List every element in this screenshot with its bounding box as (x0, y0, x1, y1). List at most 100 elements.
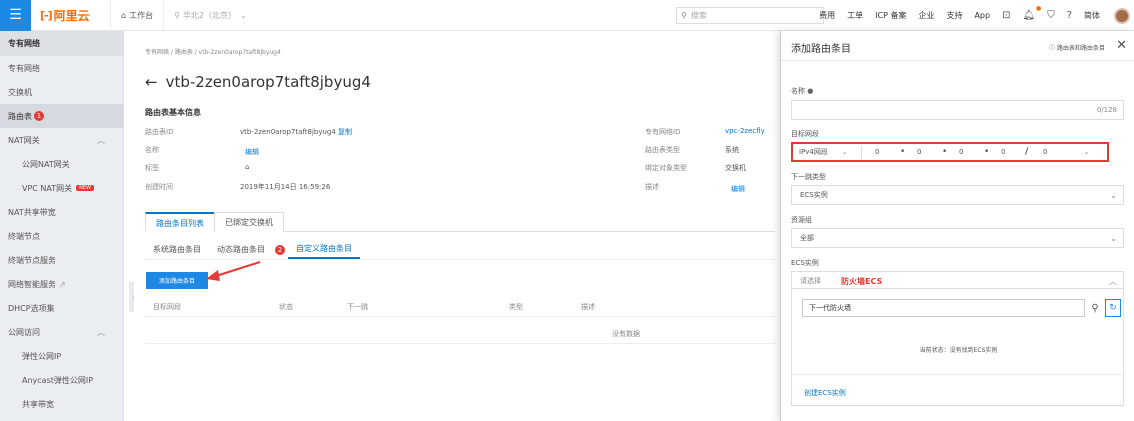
search-icon[interactable]: ⚲ (1088, 299, 1102, 317)
next-hop-select[interactable]: ECS实例 ⌄ (791, 185, 1124, 205)
ip-type-value: IPv4网段 (799, 148, 828, 156)
mask-select[interactable]: 0 ⌄ (1043, 145, 1089, 159)
ip-type-select[interactable]: IPv4网段 ⌄ (799, 145, 848, 159)
info-label: 标签 (145, 164, 159, 172)
sidebar-item-nat-gateway[interactable]: NAT网关 ︿ (0, 128, 123, 152)
sidebar-item-vpc[interactable]: 专有网络 (0, 56, 123, 80)
section-title: 路由表基本信息 (145, 108, 201, 117)
logo[interactable]: [-] 阿里云 (40, 7, 110, 24)
name-input[interactable]: 0/128 (791, 100, 1124, 120)
vpc-id-link[interactable]: vpc-2zecfly (725, 127, 765, 135)
info-label: 绑定对象类型 (645, 164, 687, 172)
chevron-down-icon: ⌄ (1110, 190, 1117, 200)
link-tickets[interactable]: 工单 (847, 10, 863, 21)
sidebar-item-endpoint-service[interactable]: 终端节点服务 (0, 248, 123, 272)
column-header: 目标网段 (153, 303, 181, 311)
sidebar-item-route-table[interactable]: 路由表 1 (0, 104, 123, 128)
info-label: 路由表ID (145, 128, 174, 136)
sidebar-item-endpoint[interactable]: 终端节点 (0, 224, 123, 248)
info-value: 系统 (725, 146, 739, 154)
language-selector[interactable]: 简体 (1084, 10, 1100, 21)
location-icon: ⚲ (174, 10, 180, 20)
dropdown-footer: 创建ECS实例 (792, 374, 1125, 407)
ecs-search-input[interactable]: 下一代防火墙 (802, 299, 1085, 317)
cart-icon[interactable]: ⛉ (1047, 10, 1055, 21)
search-input[interactable]: ⚲ 搜索 (676, 7, 824, 24)
sidebar-item-nat-bandwidth[interactable]: NAT共享带宽 (0, 200, 123, 224)
sidebar-item-eip[interactable]: 弹性公网IP (0, 344, 123, 368)
link-fees[interactable]: 费用 (819, 10, 835, 21)
octet-input-2[interactable]: 0 (917, 145, 921, 159)
subtab-system-routes[interactable]: 系统路由条目 (145, 240, 209, 259)
sidebar-item-public-nat[interactable]: 公网NAT网关 (0, 152, 123, 176)
chevron-up-icon: ︿ (97, 327, 105, 337)
sidebar-item-label: 交换机 (8, 87, 32, 97)
tag-icon[interactable]: ⌂ (245, 163, 249, 171)
logo-text: 阿里云 (53, 8, 90, 23)
help-link[interactable]: ⓘ 路由表和路由条目 (1049, 43, 1105, 52)
sidebar-item-label: Anycast弹性公网IP (22, 375, 94, 385)
add-route-entry-button[interactable]: 添加路由条目 (146, 272, 208, 289)
sidebar-title: 专有网络 (0, 31, 123, 56)
copy-link[interactable]: 复制 (338, 128, 352, 136)
resource-group-select[interactable]: 全部 ⌄ (791, 228, 1124, 248)
terminal-icon[interactable]: ⊡ (1002, 10, 1010, 21)
sidebar-item-vswitch[interactable]: 交换机 (0, 80, 123, 104)
help-circle-icon: ⓘ (1049, 45, 1057, 52)
hamburger-menu-button[interactable]: ☰ (0, 0, 31, 31)
edit-description-link[interactable]: 编辑 (731, 185, 745, 193)
help-link-label: 路由表和路由条目 (1056, 45, 1105, 52)
logo-mark: [-] (40, 8, 53, 22)
sidebar-item-label: 共享带宽 (22, 399, 54, 409)
ecs-search-value: 下一代防火墙 (809, 304, 851, 312)
octet-input-3[interactable]: 0 (959, 145, 963, 159)
octet-input-1[interactable]: 0 (875, 145, 879, 159)
home-icon: ⌂ (121, 10, 127, 20)
info-label: 路由表类型 (645, 146, 680, 154)
back-arrow-icon[interactable]: ← (145, 73, 158, 91)
edit-name-link[interactable]: 编辑 (245, 148, 259, 156)
sidebar-item-label: 终端节点 (8, 231, 40, 241)
sidebar-item-network-intelligence[interactable]: 网络智能服务 ↗ (0, 272, 123, 296)
close-icon[interactable]: ✕ (1116, 38, 1127, 53)
sidebar-item-anycast-eip[interactable]: Anycast弹性公网IP (0, 368, 123, 392)
sidebar-item-shared-bandwidth[interactable]: 共享带宽 (0, 392, 123, 416)
link-support[interactable]: 支持 (946, 10, 962, 21)
workbench-link[interactable]: ⌂ 工作台 (110, 0, 163, 31)
refresh-icon[interactable]: ↻ (1105, 299, 1121, 317)
sidebar-item-vpc-nat[interactable]: VPC NAT网关 NEW (0, 176, 123, 200)
main-content: 专有网络 / 路由表 / vtb-2zen0arop7taft8jbyug4 ←… (134, 31, 780, 421)
create-ecs-link[interactable]: 创建ECS实例 (804, 388, 846, 398)
region-label: 华北2（北京） (182, 10, 237, 20)
panel-title: 添加路由条目 (791, 44, 851, 55)
info-value: 2019年11月14日 16:59:26 (240, 183, 331, 191)
link-enterprise[interactable]: 企业 (918, 10, 934, 21)
octet-input-4[interactable]: 0 (1001, 145, 1005, 159)
link-app[interactable]: App (974, 11, 990, 20)
ecs-status-text: 当前状态：没有找到ECS实例 (919, 347, 998, 354)
tab-route-entries[interactable]: 路由条目列表 (145, 212, 215, 232)
sidebar-item-label: 终端节点服务 (8, 255, 56, 265)
link-icp[interactable]: ICP 备案 (875, 10, 906, 21)
help-icon[interactable]: ? (1067, 10, 1072, 21)
avatar[interactable] (1114, 7, 1130, 24)
subtab-dynamic-routes[interactable]: 动态路由条目 (209, 240, 273, 259)
mask-value: 0 (1043, 148, 1048, 156)
table-header: 目标网段 状态 下一跳 类型 描述 (145, 299, 775, 317)
top-bar-right: 费用 工单 ICP 备案 企业 支持 App ⊡ 🔔︎ ● ⛉ ? 简体 (813, 0, 1130, 31)
sidebar-item-public-access[interactable]: 公网访问 ︿ (0, 320, 123, 344)
column-header: 类型 (509, 303, 523, 311)
info-label: 名称 (145, 146, 159, 154)
breadcrumb: 专有网络 / 路由表 / vtb-2zen0arop7taft8jbyug4 (145, 49, 281, 56)
tab-bound-vswitches[interactable]: 已绑定交换机 (214, 212, 284, 232)
bell-icon[interactable]: 🔔︎ ● (1022, 5, 1041, 21)
sidebar-item-dhcp[interactable]: DHCP选项集 (0, 296, 123, 320)
region-selector[interactable]: ⚲ 华北2（北京） ⌄ (163, 0, 257, 31)
subtab-custom-routes[interactable]: 自定义路由条目 (288, 240, 360, 259)
target-label: 目标网段 (791, 130, 819, 138)
target-cidr-input: IPv4网段 ⌄ 0 • 0 • 0 • 0 / 0 ⌄ (791, 142, 1109, 162)
annotation-note: 防火墙ECS (841, 276, 883, 286)
info-icon: ● (807, 87, 814, 95)
info-label: 描述 (645, 183, 659, 191)
column-header: 下一跳 (347, 303, 368, 311)
